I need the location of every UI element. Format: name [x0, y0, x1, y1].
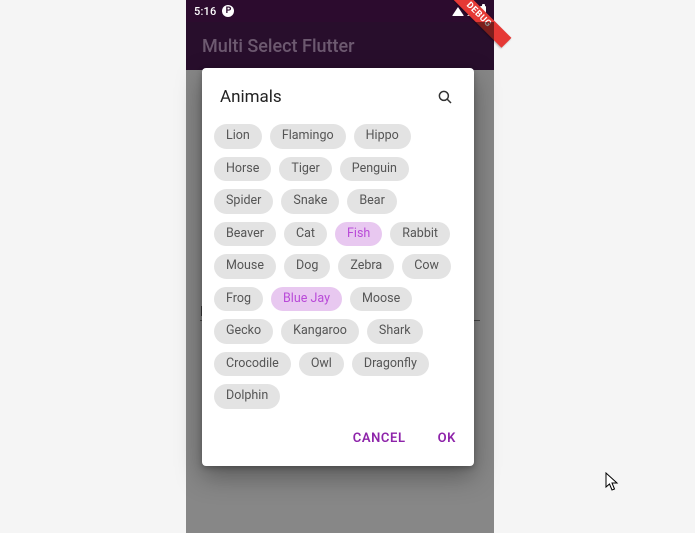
chip-option[interactable]: Penguin	[340, 157, 409, 182]
chip-option[interactable]: Shark	[367, 319, 423, 344]
dialog-title: Animals	[220, 87, 282, 107]
chip-option[interactable]: Bear	[347, 189, 396, 214]
chip-option[interactable]: Dolphin	[214, 384, 280, 409]
chip-option[interactable]: Fish	[335, 222, 382, 247]
chip-option[interactable]: Mouse	[214, 254, 276, 279]
cancel-button[interactable]: CANCEL	[345, 425, 414, 452]
chip-option[interactable]: Zebra	[338, 254, 394, 279]
chip-option[interactable]: Owl	[299, 352, 344, 377]
chip-option[interactable]: Cow	[402, 254, 451, 279]
multi-select-dialog: Animals Lion Flamingo Hippo Horse Tiger Pengu…	[202, 68, 474, 466]
chip-option[interactable]: Hippo	[354, 124, 411, 149]
chip-option[interactable]: Kangaroo	[281, 319, 359, 344]
statusbar-time: 5:16	[194, 5, 216, 18]
chip-option[interactable]: Cat	[284, 222, 327, 247]
chip-option[interactable]: Blue Jay	[271, 287, 342, 312]
dialog-header: Animals	[202, 68, 474, 118]
dialog-actions: CANCEL OK	[202, 415, 474, 466]
chip-option[interactable]: Lion	[214, 124, 262, 149]
chip-option[interactable]: Moose	[350, 287, 412, 312]
chip-option[interactable]: Flamingo	[270, 124, 346, 149]
mouse-cursor-icon	[605, 472, 619, 492]
chip-option[interactable]: Dragonfly	[352, 352, 429, 377]
ok-button[interactable]: OK	[430, 425, 464, 452]
chip-option[interactable]: Snake	[281, 189, 339, 214]
chip-option[interactable]: Dog	[284, 254, 330, 279]
chip-option[interactable]: Gecko	[214, 319, 273, 344]
chip-option[interactable]: Beaver	[214, 222, 276, 247]
search-icon[interactable]	[434, 86, 456, 108]
chip-option[interactable]: Tiger	[279, 157, 331, 182]
chip-option[interactable]: Spider	[214, 189, 273, 214]
chip-option[interactable]: Horse	[214, 157, 271, 182]
chip-option[interactable]: Rabbit	[390, 222, 450, 247]
chip-option[interactable]: Frog	[214, 287, 263, 312]
phone-frame: 5:16 P Multi Select Flutter DEBUG F Anim…	[186, 0, 494, 533]
profile-badge-icon: P	[222, 5, 234, 17]
chip-option[interactable]: Crocodile	[214, 352, 291, 377]
statusbar: 5:16 P	[186, 0, 494, 22]
chip-area: Lion Flamingo Hippo Horse Tiger Penguin Spider…	[202, 118, 474, 415]
